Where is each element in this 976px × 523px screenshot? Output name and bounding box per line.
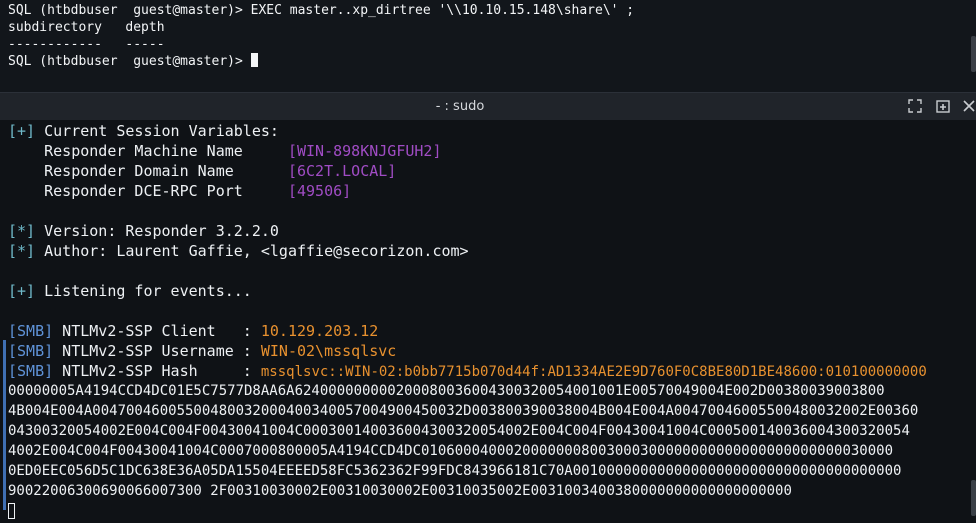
smb-tag: [SMB] [8, 342, 54, 360]
hash-continuation: 4B004E004A004700460055004800320004003400… [8, 403, 919, 419]
new-tab-icon[interactable] [936, 99, 950, 113]
smb-tag: [SMB] [8, 322, 54, 340]
selection-accent-bar [3, 340, 6, 510]
hash-value: mssqlsvc::WIN-02:b0bb7715b070d44f:AD1334… [260, 364, 927, 380]
terminal-title: - : sudo [435, 99, 485, 114]
terminal-cursor [8, 503, 15, 519]
top-terminal-pane[interactable]: SQL (htbdbuser guest@master)> EXEC maste… [0, 0, 976, 92]
maximize-icon[interactable] [908, 99, 922, 113]
var-dce-rpc-port: Responder DCE-RPC Port [49506] [8, 181, 351, 201]
client-value: 10.129.203.12 [260, 322, 379, 340]
responder-terminal-pane[interactable]: [+] Current Session Variables: Responder… [0, 120, 976, 523]
top-scrollbar[interactable] [971, 36, 976, 72]
hash-continuation: 04300320054002E004C004F00430041004C00030… [8, 423, 910, 439]
var-label: Responder Domain Name [8, 162, 288, 180]
var-domain-name: Responder Domain Name [6C2T.LOCAL] [8, 161, 396, 181]
smb-username-line: [SMB] NTLMv2-SSP Username : WIN-02\mssql… [8, 341, 396, 361]
var-value: [49506] [287, 182, 352, 200]
var-value: [WIN-898KNJGFUH2] [287, 142, 442, 160]
version-line: [*] Version: Responder 3.2.2.0 [8, 221, 279, 241]
client-label: NTLMv2-SSP Client : [53, 322, 261, 340]
var-label: Responder Machine Name [8, 142, 288, 160]
session-header: Current Session Variables: [35, 122, 279, 140]
author-text: Author: Laurent Gaffie, <lgaffie@secoriz… [35, 242, 469, 260]
var-machine-name: Responder Machine Name [WIN-898KNJGFUH2] [8, 141, 442, 161]
username-value: WIN-02\mssqlsvc [260, 342, 397, 360]
smb-hash-line: [SMB] NTLMv2-SSP Hash : mssqlsvc::WIN-02… [8, 361, 927, 381]
version-text: Version: Responder 3.2.2.0 [35, 222, 279, 240]
author-line: [*] Author: Laurent Gaffie, <lgaffie@sec… [8, 241, 469, 261]
status-tag: [+] [8, 122, 36, 140]
status-tag: [*] [8, 242, 36, 260]
hash-continuation: 4002E004C004F00430041004C0007000800005A4… [8, 443, 894, 459]
sql-prompt: SQL (htbdbuser guest@master)> [8, 54, 251, 69]
terminal-titlebar: - : sudo [0, 92, 976, 120]
status-tag: [*] [8, 222, 36, 240]
hash-continuation: 0ED0EEC056D5C1DC638E36A05DA15504EEEED58F… [8, 463, 902, 479]
close-icon[interactable] [962, 99, 976, 113]
username-label: NTLMv2-SSP Username : [53, 342, 261, 360]
status-tag: [+] [8, 282, 36, 300]
listening-line: [+] Listening for events... [8, 281, 252, 301]
hash-label: NTLMv2-SSP Hash : [53, 362, 261, 380]
sql-result-separator: ------------ ----- [8, 37, 165, 52]
smb-tag: [SMB] [8, 362, 54, 380]
listening-text: Listening for events... [35, 282, 252, 300]
session-header-line: [+] Current Session Variables: [8, 121, 279, 141]
sql-command-line: SQL (htbdbuser guest@master)> EXEC maste… [8, 3, 635, 18]
smb-client-line: [SMB] NTLMv2-SSP Client : 10.129.203.12 [8, 321, 378, 341]
bottom-scrollbar[interactable] [971, 480, 976, 516]
hash-continuation: 00000005A4194CCD4DC01E5C7577D8AA6A624000… [8, 383, 885, 399]
sql-prompt-line: SQL (htbdbuser guest@master)> [8, 53, 258, 70]
var-value: [6C2T.LOCAL] [287, 162, 397, 180]
var-label: Responder DCE-RPC Port [8, 182, 288, 200]
hash-continuation: 90022006300690066007300 2F00310030002E00… [8, 483, 792, 499]
terminal-cursor [250, 53, 258, 67]
sql-result-header: subdirectory depth [8, 20, 165, 35]
